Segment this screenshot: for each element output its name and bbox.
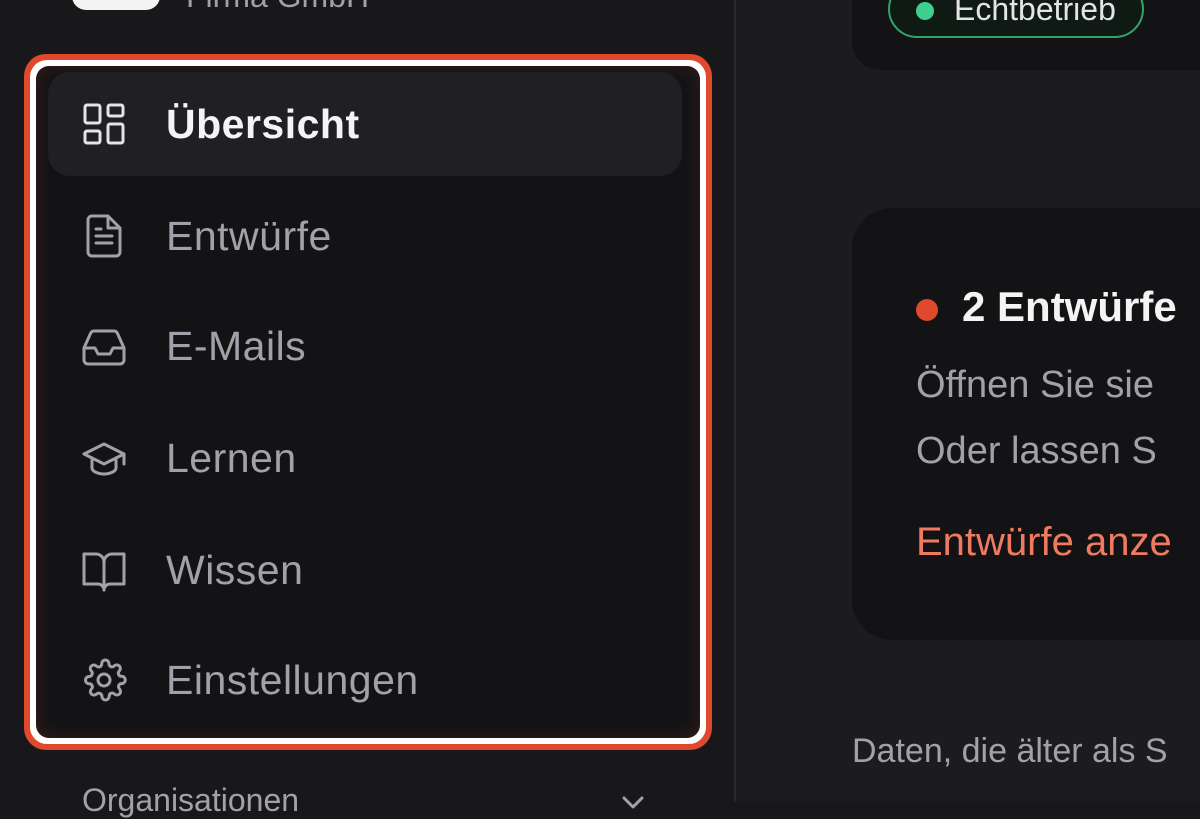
- sidebar-nav: Übersicht Entwürfe E-Mails Lernen Wissen…: [36, 66, 700, 738]
- book-icon: [80, 546, 128, 594]
- data-retention-note: Daten, die älter als S: [852, 732, 1168, 770]
- show-drafts-link[interactable]: Entwürfe anze: [916, 520, 1172, 565]
- nav-highlight-frame: Übersicht Entwürfe E-Mails Lernen Wissen…: [24, 54, 712, 750]
- workspace-logo[interactable]: [72, 0, 160, 10]
- graduation-cap-icon: [80, 434, 128, 482]
- status-label: Echtbetrieb: [954, 0, 1116, 27]
- sidebar: Firma GmbH Übersicht: [0, 0, 734, 818]
- document-icon: [80, 212, 128, 260]
- main-content: Echtbetrieb 2 Entwürfe Öffnen Sie sie Od…: [736, 0, 1200, 801]
- sidebar-item-label: E-Mails: [166, 322, 307, 369]
- sidebar-item-overview[interactable]: Übersicht: [48, 72, 682, 176]
- sidebar-item-knowledge[interactable]: Wissen: [48, 518, 682, 622]
- sidebar-item-label: Entwürfe: [166, 212, 332, 259]
- sidebar-item-learning[interactable]: Lernen: [48, 406, 682, 510]
- status-dot-icon: [916, 2, 934, 20]
- drafts-card-title: 2 Entwürfe: [962, 283, 1177, 330]
- sidebar-item-label: Wissen: [166, 546, 304, 593]
- drafts-card: [852, 208, 1200, 640]
- sidebar-item-settings[interactable]: Einstellungen: [48, 628, 682, 732]
- status-badge: Echtbetrieb: [888, 0, 1144, 38]
- sidebar-item-drafts[interactable]: Entwürfe: [48, 184, 682, 288]
- workspace-name: Firma GmbH: [186, 0, 369, 15]
- sidebar-item-label: Einstellungen: [166, 656, 419, 703]
- nav-highlight-inner: Übersicht Entwürfe E-Mails Lernen Wissen…: [30, 60, 706, 744]
- sidebar-item-label: Lernen: [166, 434, 297, 481]
- drafts-card-text-1: Öffnen Sie sie: [916, 364, 1155, 406]
- drafts-card-text-2: Oder lassen S: [916, 430, 1157, 472]
- sidebar-item-label: Übersicht: [166, 100, 360, 147]
- chevron-down-icon[interactable]: [618, 788, 648, 818]
- gear-icon: [80, 656, 128, 704]
- sidebar-item-emails[interactable]: E-Mails: [48, 294, 682, 398]
- alert-dot-icon: [916, 299, 938, 321]
- inbox-icon: [80, 322, 128, 370]
- dashboard-icon: [80, 100, 128, 148]
